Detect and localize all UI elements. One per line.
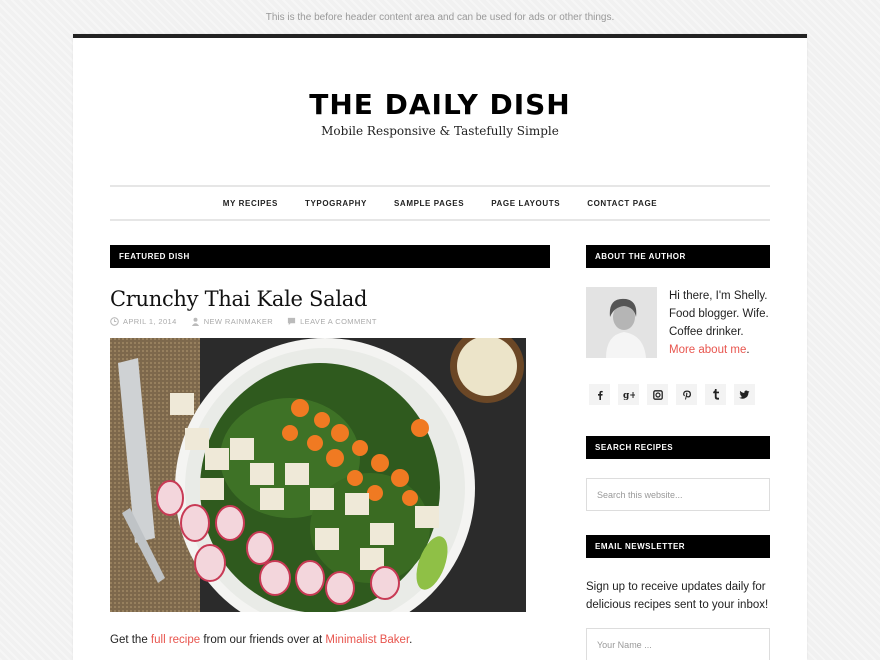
salad-photo[interactable] — [110, 338, 526, 612]
main-content: FEATURED DISH Crunchy Thai Kale Salad AP… — [110, 245, 550, 646]
author-box: Hi there, I'm Shelly. Food blogger. Wife… — [586, 287, 770, 359]
before-header-text: This is the before header content area a… — [265, 12, 615, 23]
about-author-title: ABOUT THE AUTHOR — [586, 245, 770, 268]
sidebar: ABOUT THE AUTHOR Hi there, I'm Shelly. F… — [586, 245, 770, 660]
post-date: APRIL 1, 2014 — [123, 317, 177, 326]
more-about-me-link[interactable]: More about me — [669, 344, 746, 356]
main-nav: MY RECIPES TYPOGRAPHY SAMPLE PAGES PAGE … — [110, 185, 770, 221]
facebook-icon[interactable] — [589, 384, 610, 405]
comment-icon — [287, 317, 296, 326]
bio-line: Hi there, I'm Shelly. — [669, 290, 768, 302]
featured-section-title: FEATURED DISH — [110, 245, 550, 268]
twitter-icon[interactable] — [734, 384, 755, 405]
excerpt-text: Get the — [110, 634, 151, 646]
nav-item-my-recipes[interactable]: MY RECIPES — [223, 199, 278, 208]
email-newsletter-title: EMAIL NEWSLETTER — [586, 535, 770, 558]
user-icon — [191, 317, 199, 326]
search-input[interactable] — [586, 478, 770, 511]
excerpt-text: from our friends over at — [200, 634, 326, 646]
bio-line: Coffee drinker. — [669, 326, 744, 338]
leave-comment-link[interactable]: LEAVE A COMMENT — [300, 317, 377, 326]
bio-link-end: . — [746, 344, 750, 356]
nav-item-typography[interactable]: TYPOGRAPHY — [305, 199, 367, 208]
site-title[interactable]: THE DAILY DISH — [73, 88, 807, 121]
post-meta: APRIL 1, 2014 NEW RAINMAKER LEAVE A COMM… — [110, 317, 550, 326]
newsletter-text: Sign up to receive updates daily for del… — [586, 581, 769, 611]
site-tagline: Mobile Responsive & Tastefully Simple — [321, 124, 559, 138]
minimalist-baker-link[interactable]: Minimalist Baker — [325, 634, 409, 646]
author-bio: Hi there, I'm Shelly. Food blogger. Wife… — [669, 287, 769, 359]
post-excerpt: Get the full recipe from our friends ove… — [110, 634, 550, 646]
nav-item-page-layouts[interactable]: PAGE LAYOUTS — [491, 199, 560, 208]
site-container: THE DAILY DISH Mobile Responsive & Taste… — [73, 34, 807, 660]
nav-item-sample-pages[interactable]: SAMPLE PAGES — [394, 199, 464, 208]
name-field[interactable] — [586, 628, 770, 660]
tumblr-icon[interactable] — [705, 384, 726, 405]
google-plus-icon[interactable]: g+ — [618, 384, 639, 405]
svg-text:g+: g+ — [623, 391, 635, 400]
nav-item-contact-page[interactable]: CONTACT PAGE — [587, 199, 657, 208]
post-title[interactable]: Crunchy Thai Kale Salad — [110, 287, 550, 311]
bio-line: Food blogger. Wife. — [669, 308, 769, 320]
post-author-link[interactable]: NEW RAINMAKER — [204, 317, 273, 326]
instagram-icon[interactable] — [647, 384, 668, 405]
social-icons: g+ — [586, 384, 770, 405]
author-avatar[interactable] — [586, 287, 657, 358]
clock-icon — [110, 317, 119, 326]
excerpt-text: . — [409, 634, 413, 646]
pinterest-icon[interactable] — [676, 384, 697, 405]
full-recipe-link[interactable]: full recipe — [151, 634, 200, 646]
search-recipes-title: SEARCH RECIPES — [586, 436, 770, 459]
